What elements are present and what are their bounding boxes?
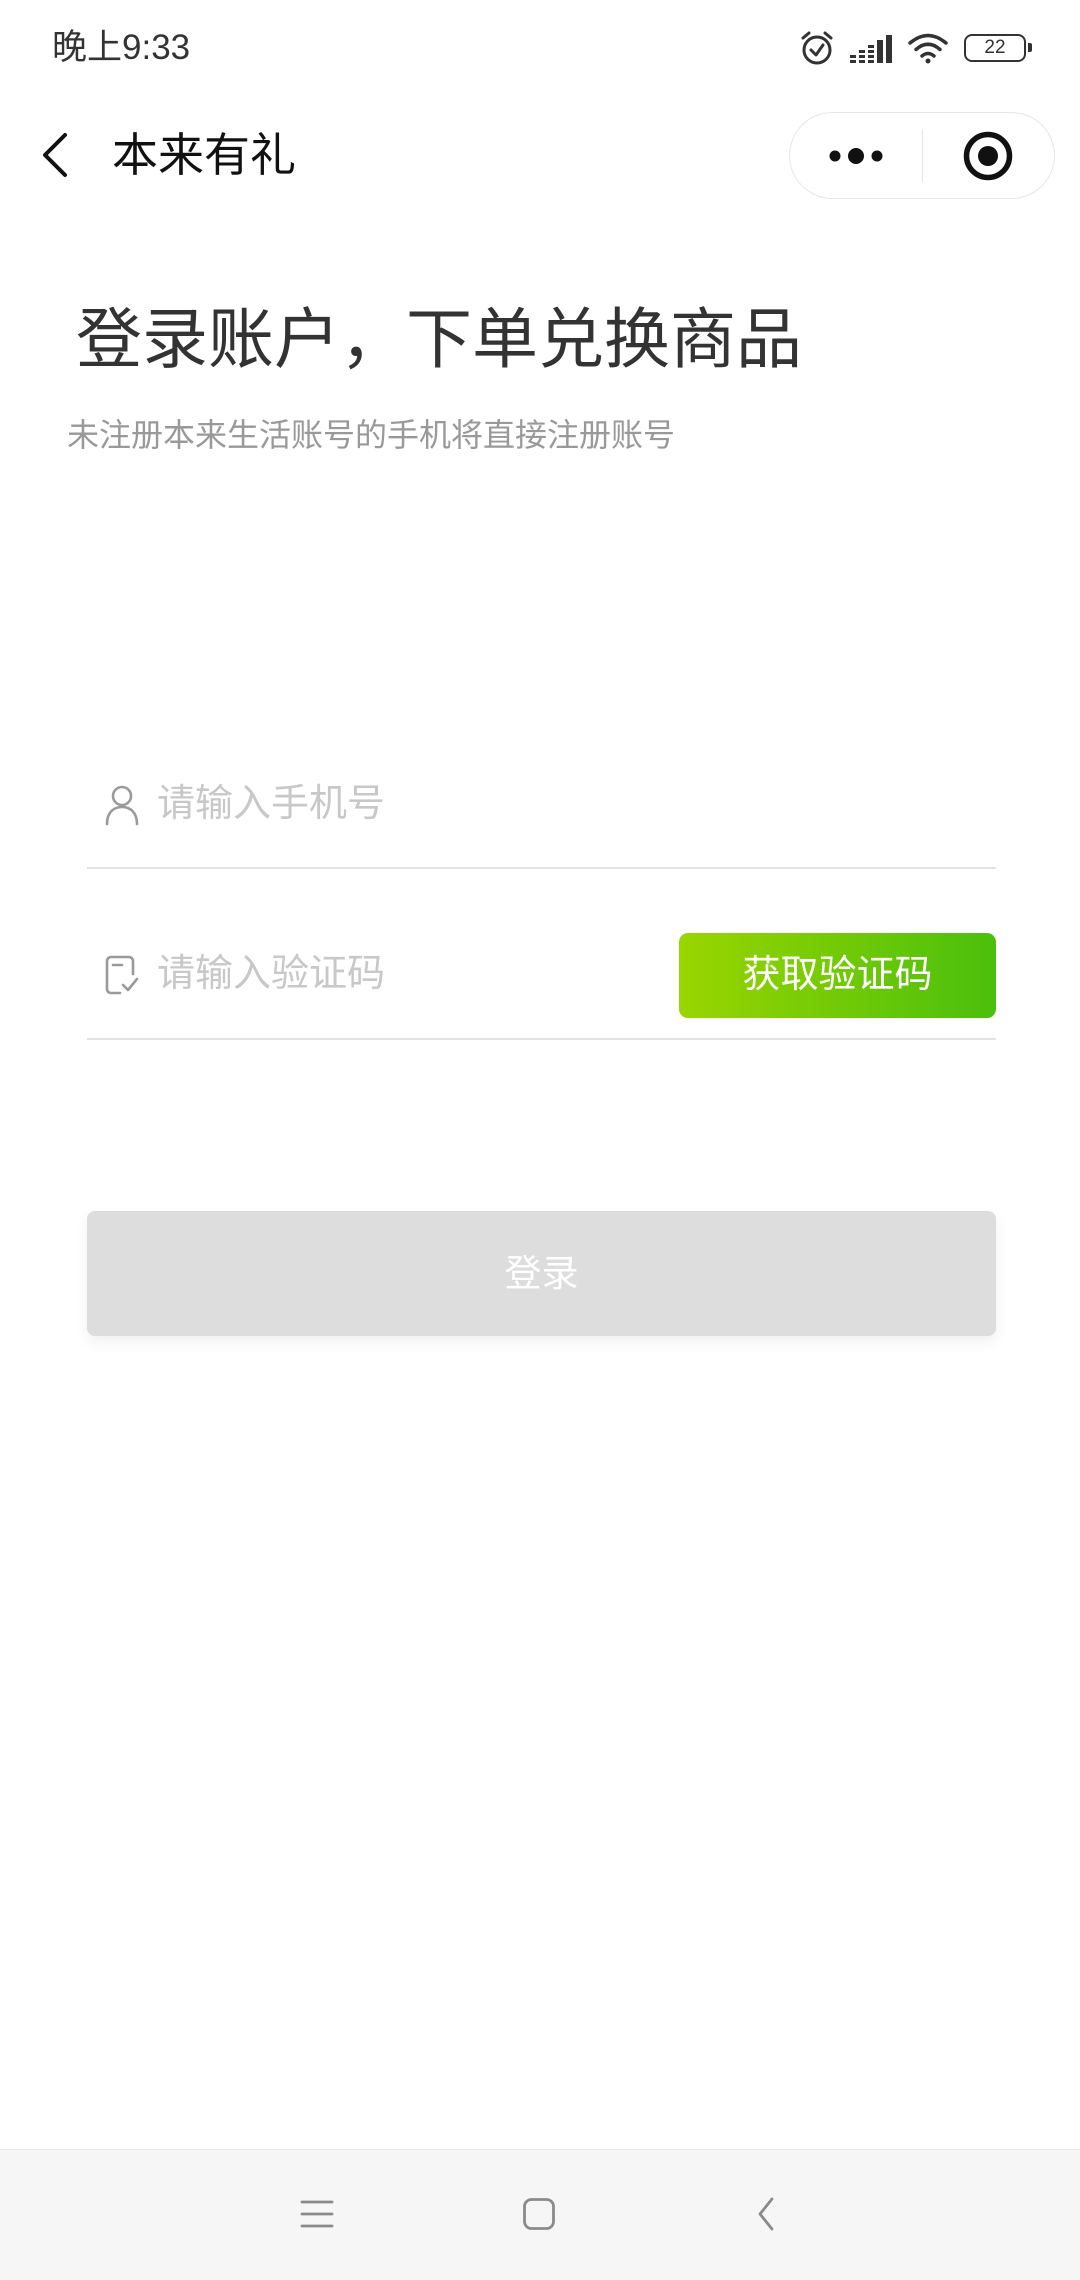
verify-code-icon (104, 954, 140, 996)
system-nav-bar (0, 2149, 1080, 2280)
get-code-button[interactable]: 获取验证码 (679, 933, 996, 1018)
back-button[interactable] (30, 125, 80, 185)
home-button[interactable] (494, 2169, 584, 2259)
login-subtitle: 未注册本来生活账号的手机将直接注册账号 (67, 417, 676, 453)
signal-icon (850, 33, 892, 64)
login-button[interactable]: 登录 (87, 1211, 996, 1336)
alarm-clock-icon (798, 29, 836, 67)
status-icons: 22 (798, 29, 1032, 67)
login-heading: 登录账户，下单兑换商品 (76, 302, 802, 376)
status-time: 晚上9:33 (52, 28, 191, 67)
chevron-left-icon (40, 132, 70, 178)
wifi-icon (906, 31, 950, 65)
phone-field-row (87, 752, 996, 869)
more-dots-icon (826, 146, 886, 166)
login-form: 登录账户，下单兑换商品 未注册本来生活账号的手机将直接注册账号 获取验证码 登录 (0, 0, 1080, 2149)
mini-program-capsule (789, 112, 1055, 199)
battery-level: 22 (984, 37, 1006, 58)
recent-apps-button[interactable] (272, 2169, 362, 2259)
phone-input[interactable] (157, 752, 977, 856)
page-title: 本来有礼 (112, 129, 296, 181)
nav-bar: 本来有礼 (0, 100, 1080, 210)
user-icon (104, 784, 140, 826)
status-bar: 晚上9:33 22 (0, 0, 1080, 96)
home-square-icon (522, 2197, 556, 2231)
target-circle-icon (962, 130, 1014, 182)
system-back-button[interactable] (721, 2169, 811, 2259)
more-button[interactable] (790, 113, 922, 198)
back-chevron-icon (755, 2196, 777, 2232)
battery-icon: 22 (964, 34, 1032, 62)
exit-button[interactable] (923, 113, 1055, 198)
menu-lines-icon (300, 2199, 334, 2229)
code-field-row: 获取验证码 (87, 922, 996, 1040)
verification-code-input[interactable] (157, 922, 657, 1026)
